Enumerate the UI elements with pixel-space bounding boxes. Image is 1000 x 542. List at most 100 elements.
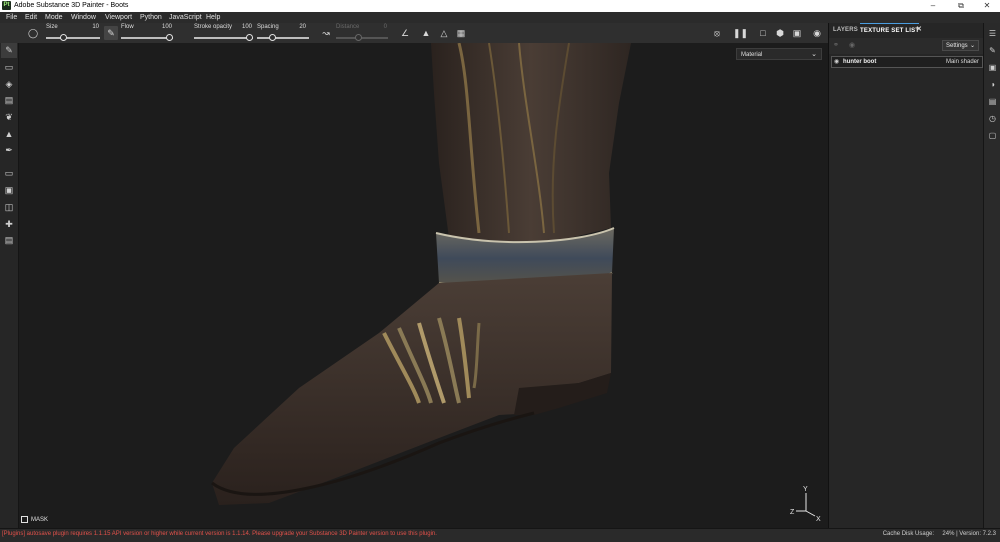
spacing-slider[interactable] [257,37,309,39]
history-icon[interactable]: ◷ [985,112,1000,126]
menu-file[interactable]: File [6,12,17,23]
link-icon[interactable]: ⚭ [833,41,839,49]
projection-tool-icon[interactable]: ◈ [1,77,17,92]
environment-icon[interactable]: ◑ [985,78,1000,92]
stroke-opacity-value[interactable]: 100 [238,24,252,30]
lazy-mouse-icon[interactable]: ↝ [319,26,333,40]
mask-toggle[interactable]: MASK [21,516,48,523]
spacing-value[interactable]: 20 [292,24,306,30]
chevron-down-icon: ⌄ [811,51,817,58]
drag-icon[interactable]: ✚ [1,217,17,232]
maximize-icon[interactable]: ⧉ [950,0,972,12]
distance-value: 0 [383,24,387,30]
layers-stack-icon[interactable]: ☰ [985,27,1000,41]
axis-z-label: Z [790,509,795,516]
close-tab-icon[interactable]: ✕ [916,23,922,37]
cache-status: Cache Disk Usage: 24% | Version: 7.2.3 [883,531,996,537]
bake-icon[interactable]: ▭ [1,166,17,181]
panel-toolbar: ⚭ ◉ Settings ⌄ [829,38,984,54]
screenshot-camera-icon[interactable]: ◉ [810,26,824,40]
display-mode-dropdown[interactable]: Material ⌄ [736,48,822,60]
paint-brush-icon[interactable]: ✎ [1,43,17,58]
menu-bar: File Edit Mode Window Viewport Python Ja… [0,12,1000,23]
size-label: Size [46,24,58,30]
texture-set-panel: LAYERS TEXTURE SET LIST ✕ ⚭ ◉ Settings ⌄… [828,23,984,528]
angle-icon[interactable]: ∠ [398,26,412,40]
mask-checkbox[interactable] [21,516,28,523]
flow-value[interactable]: 100 [158,24,172,30]
smudge-icon[interactable]: ❦ [1,110,17,125]
texture-set-row[interactable]: ◉ hunter boot Main shader [831,56,983,68]
3d-viewport[interactable]: Material ⌄ MASK Y Z X [19,43,828,528]
geometry-fill-icon[interactable]: ▤ [1,93,17,108]
size-slider-handle[interactable] [60,34,67,41]
spacing-slider-handle[interactable] [269,34,276,41]
menu-python[interactable]: Python [140,12,162,23]
projection-icon[interactable]: □ [756,26,770,40]
axis-gizmo-icon: Y Z X [790,486,821,523]
tool-options-bar: ◯ Size 10 ✎ Flow 100 Stroke opacity 100 … [0,23,828,44]
app-logo-icon: Pt [2,1,11,10]
minimize-icon[interactable]: – [922,0,944,12]
flow-mode-icon[interactable]: ✎ [104,26,118,40]
stroke-opacity-slider[interactable] [194,37,253,39]
log-icon[interactable]: ▢ [985,129,1000,143]
boot-render [211,43,631,505]
color-picker-icon[interactable]: ✒ [1,143,17,158]
flow-slider-handle[interactable] [166,34,173,41]
tab-texture-set-list[interactable]: TEXTURE SET LIST [860,23,920,38]
symmetry-mirror-icon[interactable]: △ [437,26,451,40]
visibility-icon[interactable]: ◉ [849,41,855,49]
eraser-icon[interactable]: ▭ [1,60,17,75]
shelf-icon[interactable]: ▤ [985,95,1000,109]
version-text: | Version: 7.2.3 [956,531,996,537]
chevron-down-icon: ⌄ [969,43,975,49]
close-icon[interactable]: ✕ [976,0,998,12]
size-slider[interactable] [46,37,100,39]
axis-y-label: Y [803,486,808,493]
stroke-opacity-slider-handle[interactable] [246,34,253,41]
pause-icon[interactable]: ❚❚ [733,26,748,40]
title-bar: Pt Adobe Substance 3D Painter - Boots – … [0,0,1000,12]
cache-value: 24% [942,531,955,537]
symmetry-icon[interactable]: ▲ [419,26,433,40]
menu-help[interactable]: Help [206,12,220,23]
flow-label: Flow [121,24,134,30]
distance-slider-handle [355,34,362,41]
status-bar: [Plugins] autosave plugin requires 1.1.1… [0,528,1000,542]
brush-shape-icon[interactable]: ◯ [26,26,40,40]
tiling-icon[interactable]: ▦ [454,26,468,40]
menu-mode[interactable]: Mode [45,12,63,23]
select-icon[interactable]: ▣ [1,183,17,198]
distance-label: Distance [336,24,360,30]
window-title: Adobe Substance 3D Painter - Boots [14,2,129,9]
panel-tabs: LAYERS TEXTURE SET LIST ✕ [829,23,984,37]
texture-set-shader[interactable]: Main shader [946,57,979,67]
settings-label: Settings [946,43,968,49]
axis-x-label: X [816,516,821,523]
size-value[interactable]: 10 [85,24,99,30]
cache-label: Cache Disk Usage: [882,531,935,537]
document-icon[interactable]: ▤ [1,233,17,248]
hide-mesh-icon[interactable]: ⦻ [710,26,724,40]
material-picker-icon[interactable]: ◫ [1,200,17,215]
texture-set-name: hunter boot [843,59,877,65]
display-3d-icon[interactable]: ⬢ [773,26,787,40]
properties-icon[interactable]: ✎ [985,44,1000,58]
settings-dropdown[interactable]: Settings ⌄ [942,40,979,51]
camera-video-icon[interactable]: ▣ [790,26,804,40]
menu-javascript[interactable]: JavaScript [169,12,202,23]
left-toolbar: ✎ ▭ ◈ ▤ ❦ ▲ ✒ ▭ ▣ ◫ ✚ ▤ [0,43,19,528]
menu-viewport[interactable]: Viewport [105,12,132,23]
menu-edit[interactable]: Edit [25,12,37,23]
tab-layers[interactable]: LAYERS [833,23,858,37]
right-dock-strip: ☰ ✎ ▣ ◑ ▤ ◷ ▢ [983,23,1000,528]
display-mode-value: Material [741,52,763,58]
clone-stamp-icon[interactable]: ▲ [1,127,17,142]
mask-label: MASK [31,517,49,524]
menu-window[interactable]: Window [71,12,96,23]
eye-icon[interactable]: ◉ [834,57,839,67]
plugin-error-message: [Plugins] autosave plugin requires 1.1.1… [2,531,437,537]
stroke-opacity-label: Stroke opacity [194,24,233,30]
display-settings-icon[interactable]: ▣ [985,61,1000,75]
